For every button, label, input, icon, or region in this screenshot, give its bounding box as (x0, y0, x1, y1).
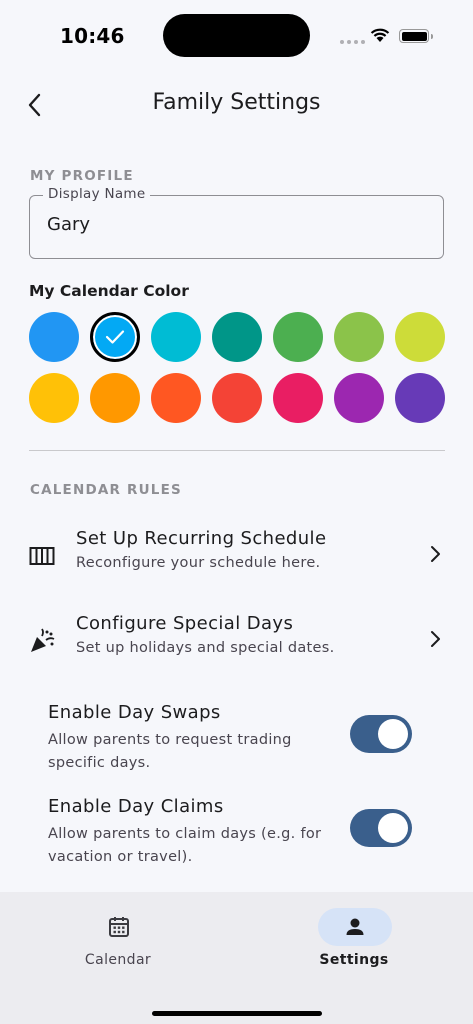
tab-calendar-label: Calendar (84, 952, 152, 968)
color-swatch-grid (29, 312, 446, 423)
color-swatch[interactable] (273, 373, 323, 423)
special-days-subtitle: Set up holidays and special dates. (76, 640, 335, 656)
day-claims-title: Enable Day Claims (48, 796, 224, 817)
tab-settings-label: Settings (319, 952, 389, 968)
tab-settings[interactable]: Settings (294, 908, 414, 978)
display-name-field[interactable]: Display Name (29, 186, 444, 259)
tab-calendar[interactable]: Calendar (58, 908, 178, 978)
color-swatch[interactable] (151, 373, 201, 423)
color-swatch[interactable] (334, 312, 384, 362)
calendar-color-label: My Calendar Color (29, 282, 189, 300)
toggle-knob (378, 719, 408, 749)
wifi-icon (370, 28, 390, 42)
celebration-icon (28, 627, 56, 655)
day-claims-subtitle: Allow parents to claim days (e.g. for va… (48, 826, 322, 865)
display-name-label: Display Name (43, 186, 151, 202)
color-swatch[interactable] (90, 373, 140, 423)
day-swaps-toggle[interactable] (350, 715, 412, 753)
color-swatch[interactable] (395, 373, 445, 423)
color-swatch[interactable] (334, 373, 384, 423)
divider (29, 450, 445, 451)
home-indicator (152, 1011, 322, 1016)
special-days-title: Configure Special Days (76, 613, 294, 634)
color-swatch[interactable] (29, 312, 79, 362)
color-swatch[interactable] (29, 373, 79, 423)
section-label-my-profile: MY PROFILE (30, 168, 134, 184)
recurring-schedule-title: Set Up Recurring Schedule (76, 528, 327, 549)
color-swatch[interactable] (212, 373, 262, 423)
page-title: Family Settings (152, 90, 321, 115)
color-swatch[interactable] (273, 312, 323, 362)
special-days-row[interactable]: Configure Special Days Set up holidays a… (0, 603, 473, 675)
toggle-knob (378, 813, 408, 843)
calendar-icon (82, 908, 156, 946)
status-bar: 10:46 (0, 0, 473, 72)
day-swaps-title: Enable Day Swaps (48, 702, 221, 723)
day-swaps-subtitle: Allow parents to request trading specifi… (48, 732, 292, 771)
recurring-schedule-subtitle: Reconfigure your schedule here. (76, 555, 321, 571)
color-swatch[interactable] (151, 312, 201, 362)
person-icon (318, 908, 392, 946)
dynamic-island (163, 14, 310, 57)
chevron-right-icon (431, 631, 440, 647)
chevron-right-icon (431, 546, 440, 562)
check-icon (93, 315, 137, 359)
display-name-input[interactable] (47, 214, 427, 235)
day-claims-toggle[interactable] (350, 809, 412, 847)
color-swatch-selected[interactable] (90, 312, 140, 362)
color-swatch[interactable] (395, 312, 445, 362)
bottom-tab-bar: Calendar Settings (0, 892, 473, 1024)
app-header: Family Settings (0, 80, 473, 130)
signal-dots-icon (340, 40, 365, 44)
recurring-schedule-row[interactable]: Set Up Recurring Schedule Reconfigure yo… (0, 518, 473, 590)
battery-icon (399, 29, 433, 43)
day-claims-row: Enable Day Claims Allow parents to claim… (0, 796, 473, 876)
color-swatch[interactable] (212, 312, 262, 362)
day-swaps-row: Enable Day Swaps Allow parents to reques… (0, 702, 473, 782)
section-label-calendar-rules: CALENDAR RULES (30, 482, 182, 498)
status-time: 10:46 (60, 24, 125, 48)
calendar-view-week-icon (28, 542, 56, 570)
